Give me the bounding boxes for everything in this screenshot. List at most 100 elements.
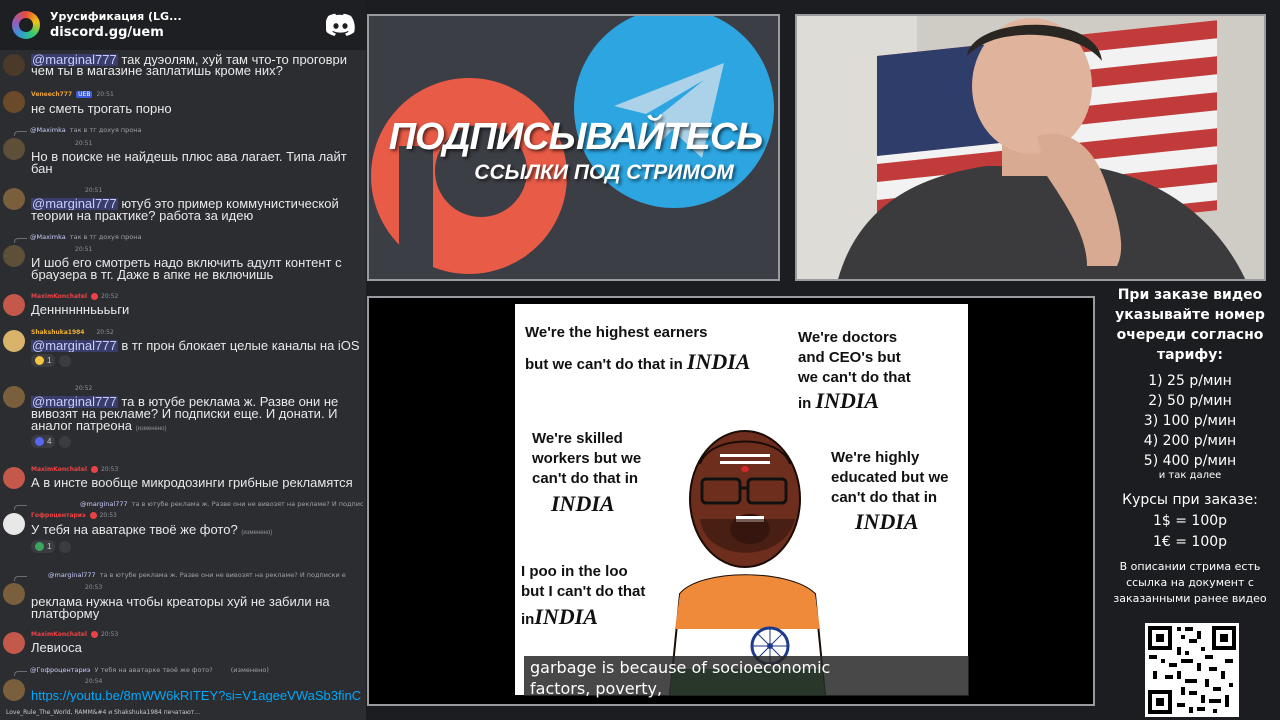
reaction-button[interactable]: 4 bbox=[31, 435, 56, 448]
message-text: У тебя на аватарке твоё же фото? (измене… bbox=[31, 524, 273, 537]
meme-text: INDIA bbox=[855, 509, 919, 534]
message-text: бан bbox=[31, 163, 53, 175]
meme-text: We're skilled bbox=[532, 430, 623, 447]
reply-preview[interactable]: @Гофроцентариэ У тебя на аватарке твоё ж… bbox=[14, 666, 364, 676]
message-meta: 20:51 bbox=[31, 246, 92, 256]
add-reaction-icon[interactable] bbox=[59, 355, 72, 367]
meme-text: We're doctors bbox=[798, 329, 898, 346]
caption-box: garbage is because of socioeconomic fact… bbox=[524, 656, 969, 698]
author-name[interactable]: Veneech777 bbox=[31, 91, 72, 98]
message-meta: MaximKonchatel 20:52 bbox=[31, 293, 118, 303]
avatar bbox=[3, 330, 25, 352]
server-icon bbox=[12, 11, 40, 39]
tariff-list: 1) 25 р/мин 2) 50 р/мин 3) 100 р/мин 4) … bbox=[1100, 371, 1280, 471]
reaction-button[interactable]: 1 bbox=[31, 354, 56, 367]
tariff-more: и так далее bbox=[1158, 470, 1222, 481]
reactions: 4 bbox=[31, 435, 72, 449]
timestamp: 20:54 bbox=[85, 678, 103, 685]
discord-icon bbox=[326, 13, 355, 36]
meme-text: but I can't do that bbox=[521, 583, 646, 600]
author-name[interactable]: Shakshuka1984 bbox=[31, 329, 84, 336]
message-text: браузера в тг. Даже в апке не включишь bbox=[31, 269, 274, 281]
avatar bbox=[3, 679, 25, 701]
stream-description-note: В описании стрима есть ссылка на докумен… bbox=[1113, 560, 1267, 605]
order-instructions: При заказе видео указывайте номер очеред… bbox=[1115, 287, 1265, 363]
user-mention[interactable]: @marginal777 bbox=[31, 198, 118, 210]
subscribe-banner: ПОДПИСЫВАЙТЕСЬ ССЫЛКИ ПОД СТРИМОМ bbox=[367, 14, 780, 281]
reaction-button[interactable]: 1 bbox=[31, 540, 56, 553]
webcam-image bbox=[797, 16, 1264, 279]
message-text: реклама нужна чтобы креаторы хуй не заби… bbox=[31, 596, 330, 608]
timestamp: 20:53 bbox=[99, 512, 117, 519]
add-reaction-icon[interactable] bbox=[59, 436, 72, 448]
tariff-item: 4) 200 р/мин bbox=[1143, 433, 1237, 449]
author-name[interactable]: MaximKonchatel bbox=[31, 466, 87, 473]
author-name[interactable]: Гофроцентариэ bbox=[31, 512, 86, 519]
avatar bbox=[3, 513, 25, 535]
message-text: не сметь трогать порно bbox=[31, 103, 172, 115]
meme-text: but we can't do that in INDIA bbox=[525, 349, 751, 374]
message-meta: MaximKonchatel 20:53 bbox=[31, 631, 118, 641]
message-meta: 20:51 bbox=[31, 140, 92, 150]
server-name: Урусификация (LG... bbox=[50, 10, 182, 23]
timestamp: 20:53 bbox=[101, 466, 119, 473]
meme-text: workers but we bbox=[532, 450, 642, 467]
user-mention[interactable]: @marginal777 bbox=[31, 396, 118, 408]
meme-text: We're highly bbox=[831, 449, 920, 466]
reactions: 1 bbox=[31, 540, 72, 554]
rate-item: 1€ = 100р bbox=[1152, 534, 1228, 550]
message-text: Деннннннььььги bbox=[31, 304, 130, 316]
message-link[interactable]: https://youtu.be/8mWW6kRITEY?si=V1ageeVW… bbox=[31, 690, 366, 702]
avatar bbox=[3, 188, 25, 210]
timestamp: 20:51 bbox=[75, 246, 93, 253]
qr-code-icon[interactable] bbox=[1145, 623, 1239, 717]
webcam-feed bbox=[795, 14, 1266, 281]
timestamp: 20:53 bbox=[85, 584, 103, 591]
message-meta: 20:52 bbox=[31, 385, 92, 395]
meme-image: We're the highest earners but we can't d… bbox=[515, 304, 968, 695]
timestamp: 20:52 bbox=[75, 385, 93, 392]
server-invite[interactable]: discord.gg/uem bbox=[50, 25, 182, 41]
avatar bbox=[3, 294, 25, 316]
timestamp: 20:52 bbox=[96, 329, 114, 336]
tariff-item: 5) 400 р/мин bbox=[1143, 453, 1237, 469]
reply-preview[interactable]: @marginal777 та в ютубе реклама ж. Разве… bbox=[14, 500, 364, 510]
chat-panel: Урусификация (LG... discord.gg/uem @marg… bbox=[0, 0, 366, 720]
author-name[interactable]: MaximKonchatel bbox=[31, 631, 87, 638]
video-player[interactable]: We're the highest earners but we can't d… bbox=[367, 296, 1095, 706]
message-text: А в инсте вообще микродозинги грибные ре… bbox=[31, 477, 353, 489]
chat-header: Урусификация (LG... discord.gg/uem bbox=[0, 0, 366, 50]
user-mention[interactable]: @marginal777 bbox=[31, 340, 118, 352]
message-meta: 20:54 bbox=[31, 678, 102, 688]
message-meta: Гофроцентариэ 20:53 bbox=[31, 512, 117, 522]
meme-text: we can't do that bbox=[798, 369, 911, 386]
reply-preview[interactable]: @Maximka так в тг дохуя прона bbox=[14, 233, 364, 243]
meme-text: in INDIA bbox=[798, 388, 880, 413]
rate-item: 1$ = 100р bbox=[1152, 513, 1228, 529]
avatar bbox=[3, 386, 25, 408]
emoji-icon bbox=[35, 437, 44, 446]
add-reaction-icon[interactable] bbox=[59, 541, 72, 553]
timestamp: 20:51 bbox=[85, 187, 103, 194]
avatar bbox=[3, 54, 25, 76]
timestamp: 20:52 bbox=[101, 293, 119, 300]
tariff-item: 2) 50 р/мин bbox=[1148, 393, 1232, 409]
meme-text: We're the highest earners bbox=[525, 324, 708, 341]
avatar bbox=[3, 245, 25, 267]
banner-subtitle: ССЫЛКИ ПОД СТРИМОМ bbox=[474, 161, 734, 184]
meme-text: I poo in the loo bbox=[521, 563, 628, 580]
message-meta: 20:51 bbox=[31, 187, 102, 197]
reply-preview[interactable]: @Maximka так в тг дохуя прона bbox=[14, 126, 364, 136]
message-text: чем ты в магазине заплатишь кроме них? bbox=[31, 65, 283, 77]
timestamp: 20:51 bbox=[75, 140, 93, 147]
message-list[interactable]: @marginal777 так дуэолям, хуй там что-то… bbox=[0, 50, 366, 706]
message-text: Левиоса bbox=[31, 642, 82, 654]
avatar bbox=[3, 583, 25, 605]
message-meta: Shakshuka1984 20:52 bbox=[31, 329, 114, 339]
author-name[interactable]: MaximKonchatel bbox=[31, 293, 87, 300]
reply-preview[interactable]: @marginal777 та в ютубе реклама ж. Разве… bbox=[14, 571, 364, 581]
message-text: аналог патреона (изменено) bbox=[31, 420, 167, 433]
timestamp: 20:53 bbox=[101, 631, 119, 638]
typing-indicator: Love_Rule_The_World, RAMM&#4 и Shakshuka… bbox=[0, 706, 366, 720]
exchange-rates: Курсы при заказе: 1$ = 100р 1€ = 100р bbox=[1100, 490, 1280, 553]
